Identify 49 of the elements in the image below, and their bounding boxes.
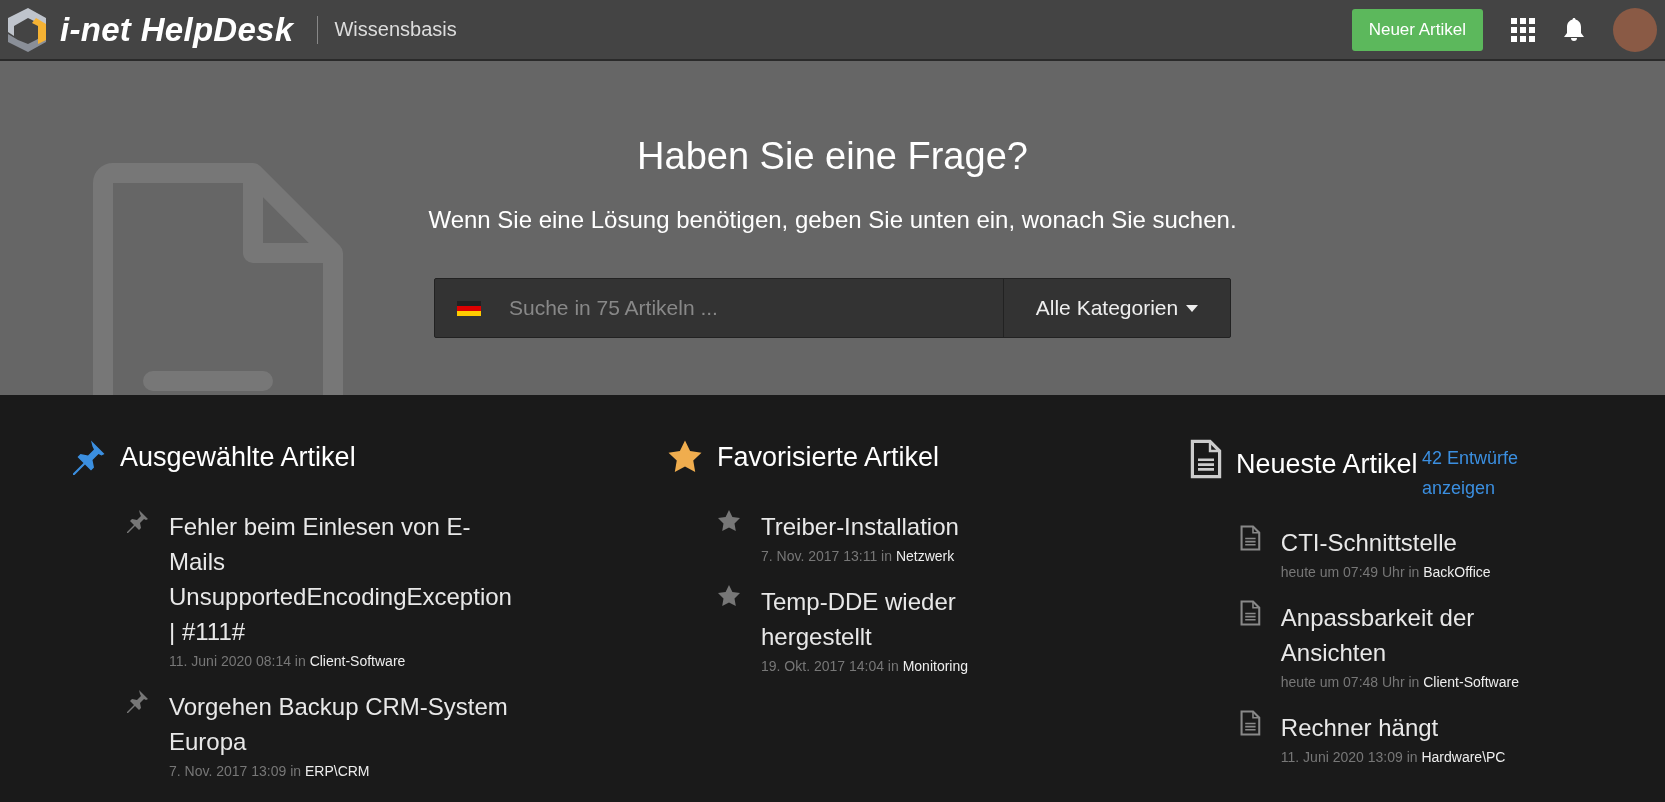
search-field[interactable]: Suche in 75 Artikeln ... <box>507 295 1003 321</box>
star-icon <box>717 509 741 533</box>
article-link[interactable]: Temp-DDE wieder hergestellt <box>761 584 1001 654</box>
article-meta: 7. Nov. 2017 13:11 in Netzwerk <box>761 548 956 564</box>
section-title: Wissensbasis <box>334 18 457 41</box>
apps-grid-icon <box>1511 17 1535 42</box>
article-link[interactable]: Vorgehen Backup CRM-System Europa <box>169 689 514 759</box>
notifications-button[interactable] <box>1563 17 1585 42</box>
german-flag-icon <box>457 300 481 316</box>
hero-subtitle: Wenn Sie eine Lösung benötigen, geben Sie unten ein, wonach Sie suchen. <box>428 206 1237 234</box>
drafts-link[interactable]: 42 Entwürfe anzeigen <box>1422 443 1533 503</box>
caret-icon <box>1186 304 1199 312</box>
category-link[interactable]: Client-Software <box>309 653 406 669</box>
section-heading: Neueste Artikel <box>1236 449 1418 479</box>
bell-icon <box>1563 17 1585 42</box>
category-link[interactable]: Hardware\PC <box>1421 749 1506 765</box>
section-heading: Favorisierte Artikel <box>717 441 940 474</box>
article-meta: heute um 07:49 Uhr in BackOffice <box>1280 564 1491 580</box>
category-link[interactable]: Netzwerk <box>895 548 955 564</box>
document-icon <box>1190 439 1222 479</box>
category-link[interactable]: ERP\CRM <box>304 763 370 779</box>
star-icon <box>717 584 741 608</box>
article-meta: 11. Juni 2020 13:09 in Hardware\PC <box>1280 749 1506 765</box>
article-link[interactable]: Fehler beim Einlesen von E-Mails UnsupportedEncodingException | #111# <box>169 509 514 649</box>
article-link[interactable]: Rechner hängt <box>1280 710 1506 745</box>
document-icon <box>1240 525 1261 551</box>
article-meta: 11. Juni 2020 08:14 in Client-Software <box>169 653 407 669</box>
star-icon <box>667 439 703 475</box>
hero-title: Haben Sie eine Frage? <box>637 135 1028 178</box>
document-icon <box>93 163 343 395</box>
apps-button[interactable] <box>1511 17 1535 42</box>
category-link[interactable]: Monitoring <box>902 658 969 674</box>
pushpin-icon <box>70 439 106 475</box>
article-meta: heute um 07:48 Uhr in Client-Software <box>1280 674 1520 690</box>
search-bar[interactable]: Suche in 75 Artikeln ... Alle Kategorien <box>434 278 1231 338</box>
document-icon <box>1240 710 1261 736</box>
section-heading: Ausgewählte Artikel <box>120 441 356 474</box>
category-link[interactable]: Client-Software <box>1423 674 1519 690</box>
article-link[interactable]: Anpassbarkeit der Ansichten <box>1280 600 1531 670</box>
article-link[interactable]: Treiber-Installation <box>761 509 959 544</box>
pushpin-icon <box>125 509 149 533</box>
article-link[interactable]: CTI-Schnittstelle <box>1280 525 1491 560</box>
category-dropdown[interactable]: Alle Kategorien <box>1004 279 1230 337</box>
category-link[interactable]: BackOffice <box>1423 564 1491 580</box>
pushpin-icon <box>125 689 149 713</box>
article-meta: 19. Okt. 2017 14:04 in Monitoring <box>761 658 970 674</box>
article-meta: 7. Nov. 2017 13:09 in ERP\CRM <box>169 763 371 779</box>
app-logo-text: i-net HelpDesk <box>60 10 294 49</box>
document-icon <box>1240 600 1261 626</box>
